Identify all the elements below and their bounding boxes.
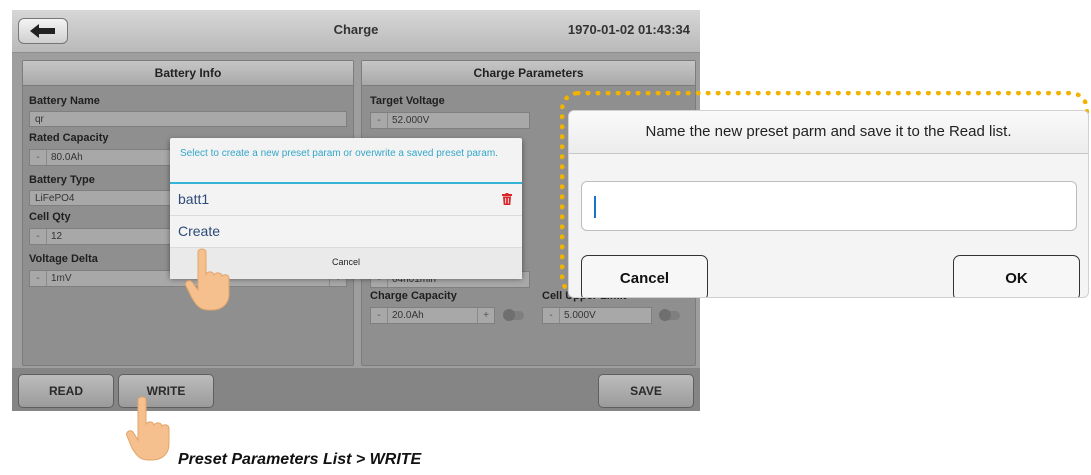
save-button[interactable]: SAVE bbox=[598, 374, 694, 408]
charge-capacity-label: Charge Capacity bbox=[370, 290, 457, 302]
preset-item-create[interactable]: Create bbox=[170, 216, 522, 248]
decrement-button[interactable]: - bbox=[371, 113, 388, 128]
battery-type-field[interactable]: LiFePO4 bbox=[29, 190, 179, 206]
cell-upper-limit-stepper[interactable]: - 5.000V bbox=[542, 307, 652, 324]
target-voltage-stepper[interactable]: - 52.000V bbox=[370, 112, 530, 129]
rated-capacity-value: 80.0Ah bbox=[51, 152, 83, 163]
cell-upper-limit-toggle[interactable] bbox=[659, 309, 680, 321]
decrement-button[interactable]: - bbox=[30, 150, 47, 165]
name-dialog-ok-button[interactable]: OK bbox=[953, 255, 1080, 297]
trash-icon[interactable] bbox=[502, 193, 512, 205]
text-caret bbox=[594, 196, 596, 218]
charge-capacity-toggle[interactable] bbox=[503, 309, 524, 321]
preset-name-input[interactable] bbox=[581, 181, 1077, 231]
cell-upper-limit-value: 5.000V bbox=[564, 310, 596, 321]
voltage-delta-label: Voltage Delta bbox=[29, 253, 98, 265]
name-preset-dialog: Name the new preset parm and save it to … bbox=[568, 110, 1089, 298]
pointing-hand-icon bbox=[185, 248, 230, 311]
decrement-button[interactable]: - bbox=[543, 308, 560, 323]
target-voltage-label: Target Voltage bbox=[370, 95, 445, 107]
battery-info-heading: Battery Info bbox=[23, 61, 353, 86]
rated-capacity-label: Rated Capacity bbox=[29, 132, 109, 144]
bottom-bar: READ WRITE SAVE bbox=[12, 368, 700, 411]
preset-dialog-message: Select to create a new preset param or o… bbox=[170, 138, 522, 184]
battery-name-field[interactable]: qr bbox=[29, 111, 347, 127]
cell-qty-value: 12 bbox=[51, 231, 63, 242]
charge-capacity-value: 20.0Ah bbox=[392, 310, 424, 321]
cell-qty-label: Cell Qty bbox=[29, 211, 71, 223]
target-voltage-value: 52.000V bbox=[392, 115, 430, 126]
charge-parameters-heading: Charge Parameters bbox=[362, 61, 695, 86]
preset-item-label: batt1 bbox=[178, 191, 210, 207]
preset-item-batt1[interactable]: batt1 bbox=[170, 184, 522, 216]
decrement-button[interactable]: - bbox=[30, 229, 47, 244]
battery-name-label: Battery Name bbox=[29, 95, 100, 107]
name-dialog-cancel-button[interactable]: Cancel bbox=[581, 255, 708, 297]
preset-item-label: Create bbox=[178, 223, 221, 239]
decrement-button[interactable]: - bbox=[371, 308, 388, 323]
read-button[interactable]: READ bbox=[18, 374, 114, 408]
increment-button[interactable]: + bbox=[477, 308, 494, 323]
rated-capacity-stepper[interactable]: - 80.0Ah bbox=[29, 149, 179, 166]
top-bar: Charge 1970-01-02 01:43:34 bbox=[12, 10, 700, 53]
caption: Preset Parameters List > WRITE bbox=[178, 451, 422, 468]
datetime: 1970-01-02 01:43:34 bbox=[567, 22, 690, 37]
charge-capacity-stepper[interactable]: - 20.0Ah + bbox=[370, 307, 495, 324]
name-dialog-title: Name the new preset parm and save it to … bbox=[569, 111, 1088, 154]
battery-type-label: Battery Type bbox=[29, 174, 95, 186]
decrement-button[interactable]: - bbox=[30, 271, 47, 286]
pointing-hand-icon bbox=[126, 396, 170, 461]
cell-qty-stepper[interactable]: - 12 bbox=[29, 228, 179, 245]
